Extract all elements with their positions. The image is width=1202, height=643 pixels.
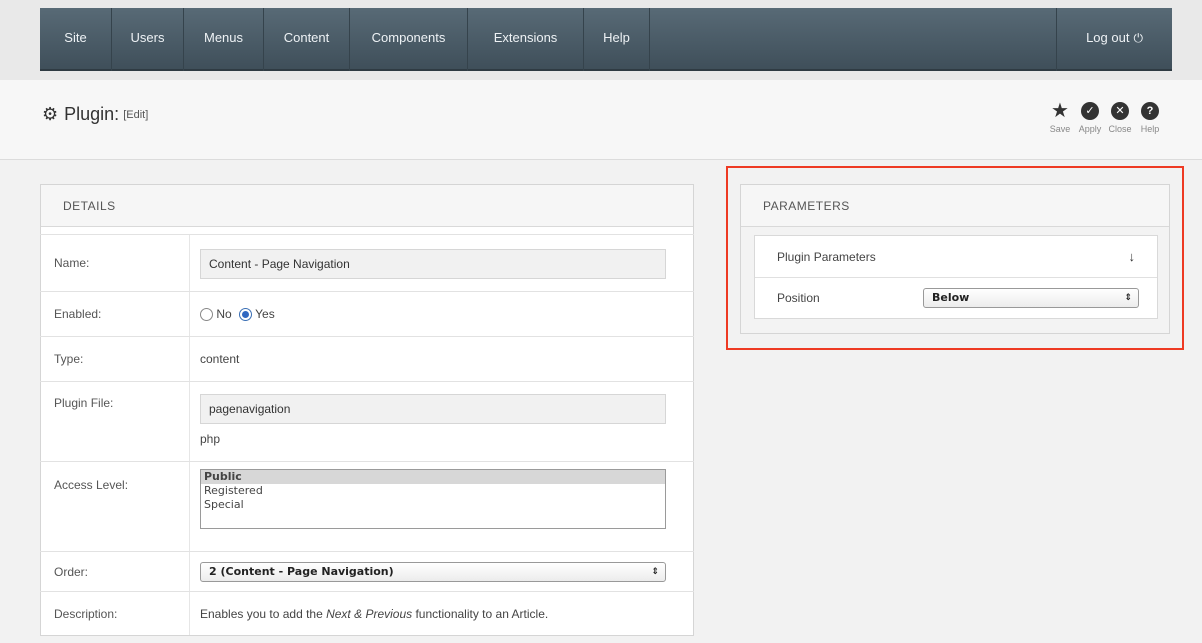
plugin-file-input[interactable]: pagenavigation [200,394,666,424]
help-button[interactable]: ? Help [1138,102,1162,134]
access-option-special[interactable]: Special [201,498,665,512]
page-subtitle: [Edit] [123,108,149,121]
apply-label: Apply [1078,124,1102,134]
row-type: Type: content [40,336,694,381]
top-bar: Site Users Menus Content Components Exte… [0,0,1202,80]
check-icon: ✓ [1081,102,1099,120]
row-order: Order: 2 (Content - Page Navigation) ⇕ [40,551,694,591]
enabled-no-label: No [216,307,232,321]
details-heading: DETAILS [41,185,693,227]
question-icon: ? [1141,102,1159,120]
star-icon: ★ [1051,100,1069,122]
enabled-yes-radio[interactable] [239,308,253,322]
description-text-post: functionality to an Article. [412,607,549,621]
close-button[interactable]: ✕ Close [1108,102,1132,134]
close-label: Close [1108,124,1132,134]
save-label: Save [1049,124,1071,134]
access-option-public[interactable]: Public [201,470,665,484]
access-option-registered[interactable]: Registered [201,484,665,498]
nav-site[interactable]: Site [40,8,112,71]
order-label: Order: [40,552,190,591]
access-level-label: Access Level: [40,462,190,551]
description-text-pre: Enables you to add the [200,607,327,621]
page-title: ⚙ Plugin: [Edit] [42,104,148,125]
nav-help[interactable]: Help [584,8,650,71]
enabled-no-radio[interactable] [200,308,213,322]
name-label: Name: [40,235,190,291]
logout-label: Log out [1086,30,1130,45]
toolbar: ★ Save ✓ Apply ✕ Close ? Help [1048,100,1162,134]
row-description: Description: Enables you to add the Next… [40,591,694,635]
description-value: Enables you to add the Next & Previous f… [190,592,694,635]
order-select-value: 2 (Content - Page Navigation) [209,565,394,578]
help-label: Help [1140,124,1160,134]
plugin-file-label: Plugin File: [40,382,190,461]
nav-menus[interactable]: Menus [184,8,264,71]
enabled-value-cell: No Yes [190,292,694,336]
main-navbar: Site Users Menus Content Components Exte… [40,8,1172,71]
plugin-file-ext: php [200,432,221,446]
enabled-label: Enabled: [40,292,190,336]
logout-link[interactable]: Log out ⏻ [1056,8,1172,71]
close-icon: ✕ [1111,102,1129,120]
plugin-file-cell: pagenavigation php [190,382,694,461]
order-cell: 2 (Content - Page Navigation) ⇕ [190,552,694,591]
page-header: ⚙ Plugin: [Edit] ★ Save ✓ Apply ✕ Close … [0,80,1202,160]
order-select[interactable]: 2 (Content - Page Navigation) ⇕ [200,562,666,582]
access-level-listbox[interactable]: Public Registered Special [200,469,666,529]
nav-extensions[interactable]: Extensions [468,8,584,71]
nav-components[interactable]: Components [350,8,468,71]
page-title-text: Plugin: [64,104,120,124]
access-level-cell: Public Registered Special [190,462,694,551]
nav-users[interactable]: Users [112,8,184,71]
row-enabled: Enabled: No Yes [40,291,694,336]
nav-content[interactable]: Content [264,8,350,71]
select-arrows-icon: ⇕ [651,567,659,577]
description-label: Description: [40,592,190,635]
row-access-level: Access Level: Public Registered Special [40,461,694,551]
power-icon: ⏻ [1133,31,1143,45]
description-text-em: Next & Previous [326,607,413,621]
gears-icon: ⚙ [42,104,59,124]
name-value-cell: Content - Page Navigation [190,235,694,291]
apply-button[interactable]: ✓ Apply [1078,102,1102,134]
name-input[interactable]: Content - Page Navigation [200,249,666,279]
enabled-yes-label: Yes [255,307,275,321]
type-value: content [200,352,240,366]
highlight-box [726,166,1184,350]
save-button[interactable]: ★ Save [1048,100,1072,134]
type-label: Type: [40,337,190,381]
row-plugin-file: Plugin File: pagenavigation php [40,381,694,461]
row-name: Name: Content - Page Navigation [40,234,694,291]
